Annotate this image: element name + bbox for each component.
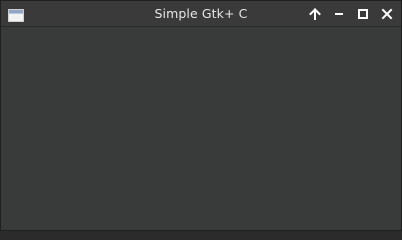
minimize-button[interactable] xyxy=(331,6,347,22)
window-icon[interactable] xyxy=(8,7,24,22)
arrow-up-icon xyxy=(309,8,321,20)
shade-up-button[interactable] xyxy=(307,6,323,22)
title-bar[interactable]: Simple Gtk+ C xyxy=(1,1,401,27)
close-icon xyxy=(381,8,393,20)
close-button[interactable] xyxy=(379,6,395,22)
window-controls xyxy=(307,6,395,22)
window-content-area xyxy=(1,27,401,230)
maximize-button[interactable] xyxy=(355,6,371,22)
maximize-icon xyxy=(358,9,368,19)
app-window: Simple Gtk+ C xyxy=(0,0,402,231)
minimize-icon xyxy=(335,13,343,15)
